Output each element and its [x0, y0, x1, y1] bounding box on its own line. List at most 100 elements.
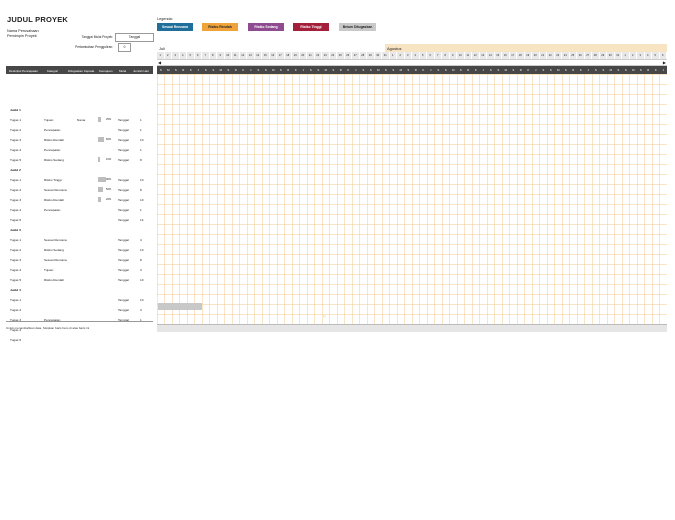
day-of-week-cell: S	[227, 68, 230, 72]
task-days: 14	[140, 217, 144, 222]
day-number-cell: 22	[314, 52, 322, 59]
day-number-cell: 20	[532, 52, 540, 59]
table-row[interactable]: Tugas 2 Sesuai Rencana 50% Tanggal 8	[6, 184, 153, 194]
day-number-cell: 8	[209, 52, 217, 59]
day-of-week-cell: S	[309, 68, 312, 72]
day-number-cell: 19	[524, 52, 532, 59]
table-row[interactable]: Tugas 5 Risiko Rendah Tanggal 10	[6, 274, 153, 284]
col-description: Deskripsi Pencapaian	[9, 68, 39, 73]
day-of-week-cell: M	[377, 68, 380, 72]
day-number-cell: 31	[382, 52, 390, 59]
day-of-week-cell: R	[572, 68, 575, 72]
day-number-cell: 18	[284, 52, 292, 59]
company-name: Nama Perusahaan	[7, 29, 39, 33]
scroll-increment-label: Pertambahan Pengguliran:	[75, 45, 113, 49]
day-of-week-cell: S	[549, 68, 552, 72]
day-number-row: 1 2 3 4 5 6 7 8 9 10 11 12 13 14 15 16 17 18 19 20 21 22 23 24 2…	[157, 52, 667, 59]
table-row[interactable]: Tugas 5 Risiko Sedang 10% Tanggal 8	[6, 154, 153, 164]
legend-on-track-label: Sesuai Rencana	[161, 25, 188, 29]
task-days: 1	[140, 147, 142, 152]
task-category: Sesuai Rencana	[44, 237, 67, 242]
table-bottom-divider	[6, 321, 153, 322]
month-august-label: Agustus	[387, 45, 402, 51]
day-number-cell: 3	[404, 52, 412, 59]
day-of-week-cell: R	[467, 68, 470, 72]
day-number-cell: 15	[494, 52, 502, 59]
day-number-cell: 19	[292, 52, 300, 59]
day-of-week-cell: R	[647, 68, 650, 72]
task-name: Tugas 1	[10, 237, 22, 242]
table-row[interactable]: Tugas 1 Tanggal 10	[6, 294, 153, 304]
table-row[interactable]: Tugas 4 Tujuan Tanggal 3	[6, 264, 153, 274]
day-of-week-cell: S	[384, 68, 387, 72]
table-row[interactable]: Tugas 2 Risiko Sedang Tanggal 10	[6, 244, 153, 254]
table-row[interactable]: Tugas 5 Tanggal 14	[6, 214, 153, 224]
day-of-week-cell: M	[167, 68, 170, 72]
day-of-week-cell: S	[362, 68, 365, 72]
page-title: JUDUL PROYEK	[7, 15, 69, 24]
scroll-right-icon[interactable]: ▶	[663, 60, 666, 65]
task-name: Tugas 2	[10, 127, 22, 132]
day-of-week-cell: R	[182, 68, 185, 72]
day-number-cell: 14	[254, 52, 262, 59]
task-name: Tugas 4	[10, 207, 22, 212]
section-row[interactable]: Judul 4	[6, 284, 153, 294]
table-row[interactable]: Tugas 4 Pencapaian Tanggal 1	[6, 204, 153, 214]
table-row[interactable]: Tugas 1 Risiko Tinggi 90% Tanggal 10	[6, 174, 153, 184]
section-row[interactable]: Judul 2	[6, 164, 153, 174]
task-days: 4	[140, 237, 142, 242]
table-row[interactable]: Tugas 5	[6, 334, 153, 344]
footer-note: Untuk menambahkan data, Sisipkan baris b…	[6, 326, 90, 330]
day-of-week-cell: S	[174, 68, 177, 72]
gantt-bar[interactable]	[158, 303, 202, 310]
table-row[interactable]: Tugas 2 Pencapaian Tanggal 1	[6, 124, 153, 134]
legend-low-risk-label: Risiko Rendah	[208, 25, 232, 29]
day-of-week-cell: S	[624, 68, 627, 72]
task-days: 10	[140, 247, 144, 252]
table-row[interactable]: Tugas 1 Sesuai Rencana Tanggal 4	[6, 234, 153, 244]
task-start: Tanggal	[118, 237, 129, 242]
scroll-increment-field[interactable]: 0	[118, 43, 131, 52]
task-name: Tugas 2	[10, 247, 22, 252]
start-date-field[interactable]: Tanggal	[115, 33, 154, 42]
table-row[interactable]: Tugas 1 Tujuan Nama 25% Tanggal 1	[6, 114, 153, 124]
day-number-cell: 29	[367, 52, 375, 59]
table-row[interactable]: Tugas 2 Tanggal 3	[6, 304, 153, 314]
gantt-scrollbar[interactable]: ◀ ▶	[157, 59, 667, 66]
progress-value: 10%	[106, 157, 112, 161]
day-number-cell: 7	[434, 52, 442, 59]
day-number-cell: 11	[464, 52, 472, 59]
task-category: Tujuan	[44, 117, 54, 122]
task-category: Risiko Sedang	[44, 157, 64, 162]
day-number-cell: 24	[562, 52, 570, 59]
table-row[interactable]: Tugas 3 Risiko Rendah 60% Tanggal 10	[6, 134, 153, 144]
col-start: Mulai	[119, 68, 127, 73]
task-table-header: Deskripsi Pencapaian Kategori Ditugaskan…	[6, 66, 153, 74]
col-assigned: Ditugaskan Kepada	[68, 68, 95, 73]
project-manager: Pemimpin Proyek	[7, 34, 37, 38]
task-name: Tugas 2	[10, 187, 22, 192]
scroll-left-icon[interactable]: ◀	[158, 60, 161, 65]
section-row[interactable]: Judul 1	[6, 104, 153, 114]
day-of-week-cell: J	[535, 68, 537, 72]
task-category: Sesuai Rencana	[44, 257, 67, 262]
task-days: 8	[140, 257, 142, 262]
progress-value: 20%	[106, 197, 112, 201]
table-row[interactable]: Tugas 4 Pencapaian Tanggal 1	[6, 144, 153, 154]
table-row[interactable]: Tugas 3 Sesuai Rencana Tanggal 8	[6, 254, 153, 264]
table-row[interactable]: Tugas 3 Pencapaian Tanggal 1	[6, 314, 153, 324]
section-row[interactable]: Judul 3	[6, 224, 153, 234]
day-of-week-cell: R	[234, 68, 237, 72]
day-of-week-cell: S	[617, 68, 620, 72]
task-days: 8	[140, 157, 142, 162]
day-number-cell: 6	[194, 52, 202, 59]
day-number-cell: 10	[224, 52, 232, 59]
day-of-week-cell: S	[542, 68, 545, 72]
task-name: Tugas 2	[10, 307, 22, 312]
day-number-cell: 2	[164, 52, 172, 59]
table-row[interactable]: Tugas 3 Risiko Rendah 20% Tanggal 10	[6, 194, 153, 204]
day-number-cell: 28	[359, 52, 367, 59]
day-number-cell: 2	[629, 52, 637, 59]
day-of-week-cell: J	[482, 68, 484, 72]
day-number-cell: 13	[479, 52, 487, 59]
